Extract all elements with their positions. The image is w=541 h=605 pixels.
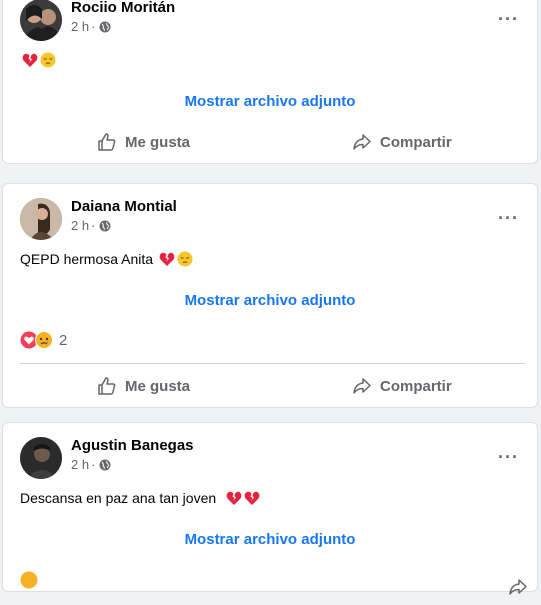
post-actions: Me gusta Compartir: [3, 124, 537, 160]
broken-heart-emoji-icon: [22, 52, 38, 68]
pensive-face-emoji-icon: [40, 52, 56, 68]
share-arrow-icon: [508, 569, 528, 605]
broken-heart-emoji-icon: [159, 251, 175, 267]
reaction-summary[interactable]: 2: [20, 331, 67, 349]
share-arrow-icon: [352, 132, 372, 152]
sad-reaction-icon: [35, 331, 53, 349]
avatar[interactable]: [20, 0, 62, 41]
meta-separator: ·: [91, 457, 96, 472]
post-text: [20, 52, 56, 68]
post-card: Agustin Banegas 2 h · ··· Descansa en pa…: [2, 422, 538, 595]
avatar[interactable]: [20, 198, 62, 240]
show-attachment-link[interactable]: Mostrar archivo adjunto: [3, 93, 537, 110]
share-button[interactable]: Compartir: [352, 124, 452, 160]
post-actions: Me gusta Compartir: [3, 368, 537, 404]
broken-heart-emoji-icon: [244, 490, 260, 506]
share-label: Compartir: [380, 377, 452, 395]
more-options-icon[interactable]: ···: [498, 447, 519, 468]
pensive-face-emoji-icon: [177, 251, 193, 267]
author-name[interactable]: Rociio Moritán: [71, 0, 175, 16]
post-card: Daiana Montial 2 h · ··· QEPD hermosa An…: [2, 183, 538, 408]
like-button[interactable]: Me gusta: [97, 368, 190, 404]
reaction-summary[interactable]: [20, 571, 38, 589]
post-time[interactable]: 2 h: [71, 457, 89, 472]
globe-icon: [99, 459, 111, 471]
thumbs-up-icon: [97, 376, 117, 396]
post-header: Agustin Banegas 2 h · ···: [20, 437, 527, 481]
share-label: Compartir: [380, 133, 452, 151]
share-button[interactable]: Compartir: [352, 368, 452, 404]
like-button[interactable]: Me gusta: [97, 124, 190, 160]
share-arrow-icon: [352, 376, 372, 396]
post-meta: 2 h ·: [71, 218, 111, 233]
post-text: Descansa en paz ana tan joven: [20, 490, 260, 506]
haha-reaction-icon: [20, 571, 38, 589]
post-text-content: Descansa en paz ana tan joven: [20, 490, 217, 506]
post-text-content: QEPD hermosa Anita: [20, 251, 154, 267]
author-name[interactable]: Daiana Montial: [71, 198, 177, 215]
more-options-icon[interactable]: ···: [498, 208, 519, 229]
like-label: Me gusta: [125, 133, 191, 151]
meta-separator: ·: [91, 218, 96, 233]
thumbs-up-icon: [97, 132, 117, 152]
post-text: QEPD hermosa Anita: [20, 251, 193, 267]
author-name[interactable]: Agustin Banegas: [71, 437, 194, 454]
show-attachment-link[interactable]: Mostrar archivo adjunto: [3, 292, 537, 309]
avatar[interactable]: [20, 437, 62, 479]
globe-icon: [99, 21, 111, 33]
post-meta: 2 h ·: [71, 19, 111, 34]
post-meta: 2 h ·: [71, 457, 111, 472]
broken-heart-emoji-icon: [226, 490, 242, 506]
post-header: Daiana Montial 2 h · ···: [20, 198, 527, 242]
post-header: Rociio Moritán 2 h · ···: [20, 0, 527, 43]
like-label: Me gusta: [125, 377, 191, 395]
show-attachment-link[interactable]: Mostrar archivo adjunto: [3, 531, 537, 548]
more-options-icon[interactable]: ···: [498, 9, 519, 30]
reaction-count: 2: [59, 331, 68, 349]
globe-icon: [99, 220, 111, 232]
post-time[interactable]: 2 h: [71, 218, 89, 233]
divider: [20, 363, 525, 364]
post-card: Rociio Moritán 2 h · ··· Mostrar archivo…: [2, 0, 538, 164]
post-time[interactable]: 2 h: [71, 19, 89, 34]
meta-separator: ·: [91, 19, 96, 34]
